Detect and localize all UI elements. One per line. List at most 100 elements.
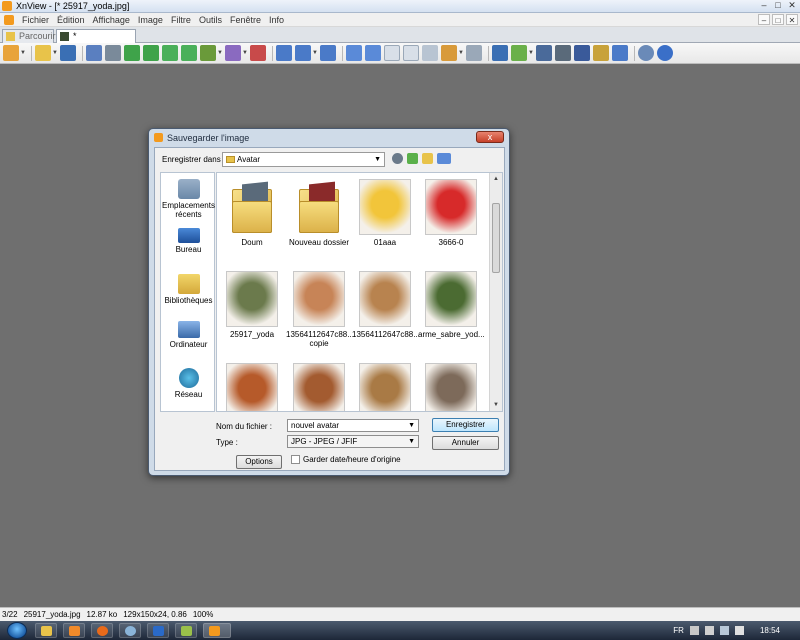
close-window-button[interactable]: ✕ — [786, 0, 798, 11]
scroll-down-icon[interactable]: ▼ — [490, 399, 502, 411]
dropdown-arrow-icon[interactable]: ▼ — [312, 50, 318, 56]
image-file-item[interactable]: 25917_yoda — [219, 271, 285, 339]
copy-icon[interactable] — [466, 45, 482, 61]
first-icon[interactable] — [384, 45, 400, 61]
dropdown-arrow-icon[interactable]: ▼ — [242, 50, 248, 56]
menu-image[interactable]: Image — [138, 15, 163, 25]
effects-icon[interactable] — [250, 45, 266, 61]
fullscreen-icon[interactable] — [492, 45, 508, 61]
filename-field[interactable]: nouvel avatar ▼ — [287, 419, 419, 432]
save-icon[interactable] — [60, 45, 76, 61]
rotate-left-icon[interactable] — [124, 45, 140, 61]
taskbar-photoshop[interactable] — [147, 623, 169, 638]
image-file-item[interactable]: 01aaa — [352, 179, 418, 247]
menu-info[interactable]: Info — [269, 15, 284, 25]
place-libraries[interactable]: Bibliothèques — [161, 274, 216, 305]
doc-minimize-button[interactable]: – — [758, 14, 770, 25]
network-tray-icon[interactable] — [719, 626, 729, 635]
next-icon[interactable] — [365, 45, 381, 61]
language-indicator[interactable]: FR — [673, 626, 684, 635]
new-folder-icon[interactable] — [422, 153, 433, 164]
view-menu-icon[interactable] — [437, 153, 451, 164]
info-icon[interactable] — [657, 45, 673, 61]
chevron-down-icon[interactable]: ▼ — [408, 420, 415, 431]
menu-fenetre[interactable]: Fenêtre — [230, 15, 261, 25]
slideshow-icon[interactable] — [441, 45, 457, 61]
save-in-dropdown[interactable]: Avatar ▼ — [222, 152, 385, 167]
scrollbar-thumb[interactable] — [492, 203, 500, 273]
menu-fichier[interactable]: Fichier — [22, 15, 49, 25]
clock[interactable]: 18:54 — [760, 626, 780, 635]
crop-icon[interactable] — [105, 45, 121, 61]
browser-icon[interactable] — [3, 45, 19, 61]
dropdown-arrow-icon[interactable]: ▼ — [52, 50, 58, 56]
up-folder-icon[interactable] — [407, 153, 418, 164]
minimize-button[interactable]: – — [758, 0, 770, 11]
document-icon[interactable] — [4, 14, 14, 25]
folder-item[interactable]: Nouveau dossier — [286, 179, 352, 247]
dropdown-arrow-icon[interactable]: ▼ — [528, 50, 534, 56]
dialog-close-button[interactable]: x — [476, 131, 504, 143]
dropdown-arrow-icon[interactable]: ▼ — [20, 50, 26, 56]
show-hidden-icon[interactable] — [689, 626, 699, 635]
layer-icon[interactable] — [422, 45, 438, 61]
open-icon[interactable] — [35, 45, 51, 61]
doc-close-button[interactable]: ✕ — [786, 14, 798, 25]
volume-icon[interactable] — [734, 626, 744, 635]
adjust-icon[interactable] — [200, 45, 216, 61]
image-file-item[interactable]: 13564112647c88... — [352, 271, 420, 339]
menu-edition[interactable]: Édition — [57, 15, 85, 25]
color-icon[interactable] — [225, 45, 241, 61]
menu-outils[interactable]: Outils — [199, 15, 222, 25]
image-file-item[interactable] — [286, 363, 352, 411]
save-button[interactable]: Enregistrer — [432, 418, 499, 432]
taskbar-explorer[interactable] — [35, 623, 57, 638]
file-type-dropdown[interactable]: JPG - JPEG / JFIF ▼ — [287, 435, 419, 448]
rotate-right-icon[interactable] — [143, 45, 159, 61]
place-computer[interactable]: Ordinateur — [161, 321, 216, 349]
monitor-icon[interactable] — [593, 45, 609, 61]
taskbar-xnview[interactable] — [203, 623, 231, 638]
settings-icon[interactable] — [638, 45, 654, 61]
folder-item[interactable]: Doum — [219, 179, 285, 247]
power-icon[interactable] — [704, 626, 714, 635]
zoom-icon[interactable] — [295, 45, 311, 61]
taskbar-vlc[interactable] — [175, 623, 197, 638]
last-icon[interactable] — [403, 45, 419, 61]
vertical-scrollbar[interactable]: ▲ ▼ — [489, 173, 502, 411]
zoom-in-icon[interactable] — [276, 45, 292, 61]
taskbar-media-player[interactable] — [63, 623, 85, 638]
doc-restore-button[interactable]: □ — [772, 14, 784, 25]
dropdown-arrow-icon[interactable]: ▼ — [458, 50, 464, 56]
zoom-out-icon[interactable] — [320, 45, 336, 61]
undo-icon[interactable] — [86, 45, 102, 61]
export-icon[interactable] — [511, 45, 527, 61]
tab-image[interactable]: * 25917_yoda.jpg — [56, 29, 137, 54]
flip-vertical-icon[interactable] — [181, 45, 197, 61]
taskbar-firefox[interactable] — [91, 623, 113, 638]
place-recent[interactable]: Emplacements récents — [161, 179, 216, 219]
previous-icon[interactable] — [346, 45, 362, 61]
place-desktop[interactable]: Bureau — [161, 228, 216, 254]
image-file-item[interactable]: 13564112647c88... copie — [286, 271, 354, 348]
image-file-item[interactable]: 3666-0 — [418, 179, 484, 247]
flip-icon[interactable] — [162, 45, 178, 61]
image-file-item[interactable] — [219, 363, 285, 411]
image-file-item[interactable] — [352, 363, 418, 411]
options-button[interactable]: Options — [236, 455, 282, 469]
scanner-icon[interactable] — [574, 45, 590, 61]
scroll-up-icon[interactable]: ▲ — [490, 173, 502, 185]
maximize-button[interactable]: □ — [772, 0, 784, 11]
binoculars-icon[interactable] — [536, 45, 552, 61]
image-file-item[interactable]: arme_sabre_yod... — [418, 271, 485, 339]
taskbar-quicktime[interactable] — [119, 623, 141, 638]
image-file-item[interactable] — [418, 363, 484, 411]
start-button[interactable] — [7, 622, 27, 639]
dropdown-arrow-icon[interactable]: ▼ — [217, 50, 223, 56]
place-network[interactable]: Réseau — [161, 368, 216, 399]
back-icon[interactable] — [392, 153, 403, 164]
menu-affichage[interactable]: Affichage — [93, 15, 130, 25]
print-icon[interactable] — [555, 45, 571, 61]
menu-filtre[interactable]: Filtre — [171, 15, 191, 25]
screenshot-icon[interactable] — [612, 45, 628, 61]
